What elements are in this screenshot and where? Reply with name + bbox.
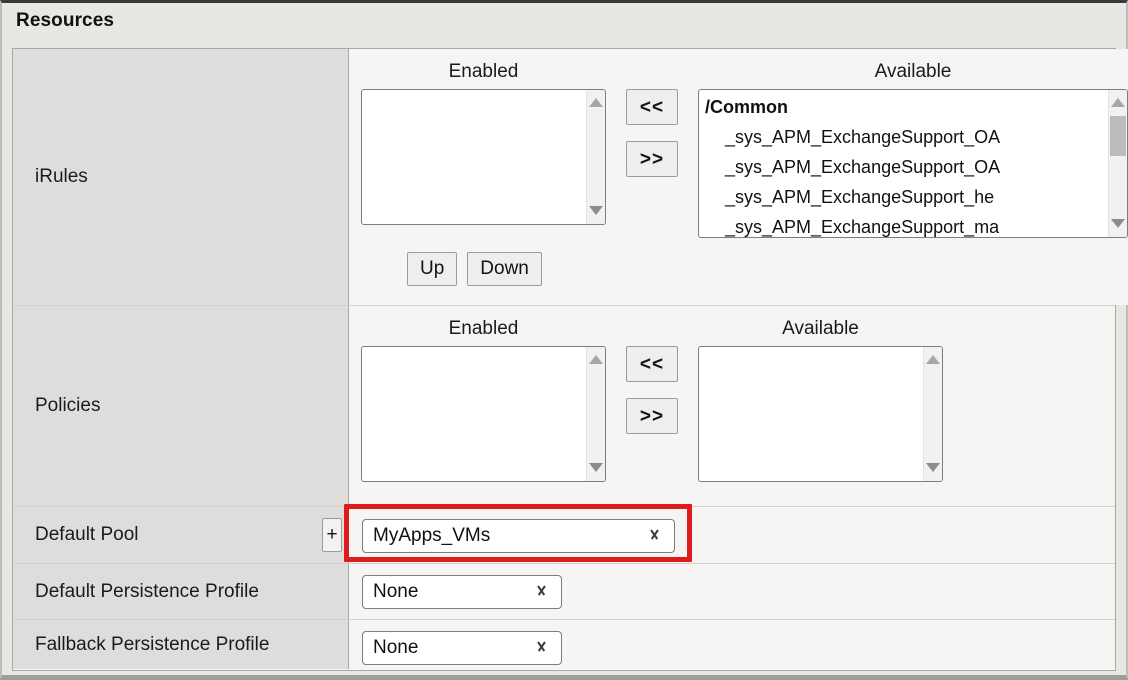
list-item[interactable]: _sys_APM_ExchangeSupport_OA [699,122,1109,152]
policies-move-buttons: << >> [606,318,698,434]
row-label-cell-irules: iRules [13,49,349,305]
fallback-persistence-profile-value: None [373,637,419,658]
list-item[interactable]: _sys_APM_ExchangeSupport_ma [699,212,1109,237]
row-field-cell-irules: Enabled << >> Available /Common _sys_APM… [349,49,1128,305]
scroll-up-icon[interactable] [587,94,605,112]
policies-move-left-button[interactable]: << [626,346,678,382]
irules-label: iRules [35,166,88,187]
irules-available-scrollbar[interactable] [1108,90,1127,237]
page-title: Resources [16,10,115,31]
policies-move-right-button[interactable]: >> [626,398,678,434]
fallback-persistence-profile-select[interactable]: None [362,631,562,665]
irules-available-listbox[interactable]: /Common _sys_APM_ExchangeSupport_OA _sys_A… [698,89,1128,238]
table-row-default-persistence: Default Persistence Profile None [13,563,1115,619]
chevron-down-icon [534,586,549,595]
list-item[interactable]: _sys_APM_ExchangeSupport_OA [699,152,1109,182]
policies-enabled-caption: Enabled [448,318,519,339]
table-row-policies: Policies Enabled << >> Available [13,305,1115,506]
irules-move-right-button[interactable]: >> [626,141,678,177]
row-label-cell-default-persistence: Default Persistence Profile [13,564,349,619]
scroll-up-icon[interactable] [1109,94,1127,112]
default-pool-select[interactable]: MyApps_VMs [362,519,675,553]
list-item[interactable]: /Common [699,92,1109,122]
table-row-default-pool: Default Pool + MyApps_VMs [13,506,1115,563]
default-persistence-profile-value: None [373,581,419,602]
default-persistence-profile-select[interactable]: None [362,575,562,609]
policies-enabled-column: Enabled [361,318,606,482]
row-field-cell-policies: Enabled << >> Available [349,306,1115,506]
irules-enabled-column: Enabled [361,61,606,225]
irules-available-items[interactable]: /Common _sys_APM_ExchangeSupport_OA _sys_A… [699,90,1109,237]
irules-available-caption: Available [874,61,952,82]
policies-available-scrollbar[interactable] [923,347,942,481]
default-pool-add-button[interactable]: + [322,518,342,552]
irules-enabled-listbox[interactable] [361,89,606,225]
irules-order-buttons: Up Down [349,252,1128,286]
default-persistence-profile-label: Default Persistence Profile [35,580,259,602]
irules-available-column: Available /Common _sys_APM_ExchangeSuppor… [698,61,1128,238]
chevron-down-icon [534,642,549,651]
irules-up-button[interactable]: Up [407,252,458,286]
scroll-down-icon[interactable] [1109,215,1127,233]
irules-enabled-scrollbar[interactable] [586,90,605,224]
policies-enabled-items[interactable] [362,347,587,481]
row-label-cell-fallback-persistence: Fallback Persistence Profile [13,620,349,669]
irules-enabled-caption: Enabled [448,61,519,82]
default-pool-value: MyApps_VMs [373,525,491,546]
panel-header: Resources [2,3,1126,41]
chevron-down-icon [647,530,662,539]
fallback-persistence-profile-label: Fallback Persistence Profile [35,633,270,655]
irules-enabled-items[interactable] [362,90,587,224]
policies-enabled-listbox[interactable] [361,346,606,482]
table-row-fallback-persistence: Fallback Persistence Profile None [13,619,1115,669]
irules-dual-list: Enabled << >> Available /Common _sys_APM… [349,49,1128,238]
table-row-irules: iRules Enabled << >> Available /Common _… [13,49,1128,305]
policies-label: Policies [35,395,101,416]
policies-available-items[interactable] [699,347,924,481]
irules-move-left-button[interactable]: << [626,89,678,125]
row-field-cell-fallback-persistence: None [349,620,1115,669]
row-field-cell-default-pool: MyApps_VMs [349,507,1115,563]
scroll-thumb[interactable] [1110,116,1126,156]
policies-available-listbox[interactable] [698,346,943,482]
row-field-cell-default-persistence: None [349,564,1115,619]
scroll-down-icon[interactable] [587,459,605,477]
list-item[interactable]: _sys_APM_ExchangeSupport_he [699,182,1109,212]
scroll-down-icon[interactable] [587,202,605,220]
scroll-down-icon[interactable] [924,459,942,477]
policies-available-caption: Available [782,318,859,339]
resources-table: iRules Enabled << >> Available /Common _… [12,48,1128,671]
policies-available-column: Available [698,318,943,482]
scroll-up-icon[interactable] [924,351,942,369]
irules-move-buttons: << >> [606,61,698,177]
resources-panel: Resources iRules Enabled << >> Available… [0,0,1128,680]
irules-down-button[interactable]: Down [467,252,542,286]
policies-dual-list: Enabled << >> Available [349,306,1115,482]
row-label-cell-policies: Policies [13,306,349,506]
default-pool-label: Default Pool [35,524,139,545]
policies-enabled-scrollbar[interactable] [586,347,605,481]
row-label-cell-default-pool: Default Pool + [13,507,349,563]
scroll-up-icon[interactable] [587,351,605,369]
